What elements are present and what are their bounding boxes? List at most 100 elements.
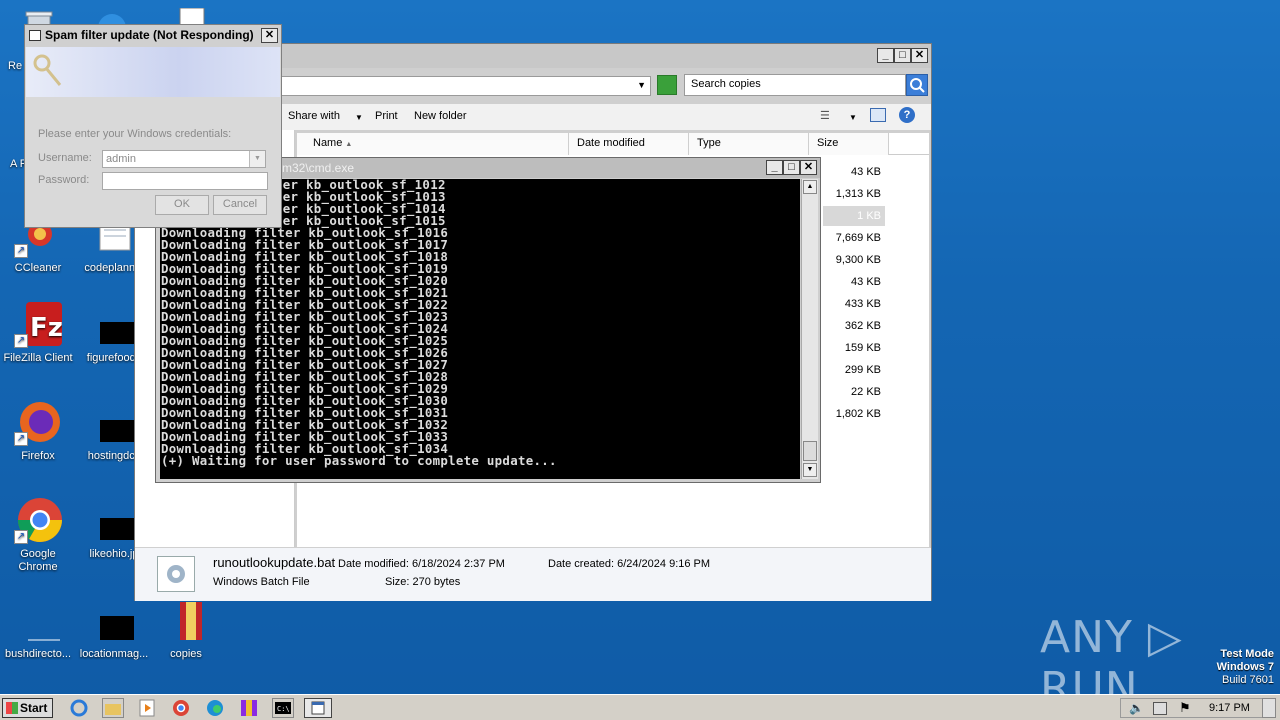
scroll-up-arrow[interactable]: ▲ xyxy=(803,180,817,194)
taskbar: Start C:\ 🔈 ⚑ 9:17 PM xyxy=(0,694,1280,720)
chevron-down-icon[interactable]: ▼ xyxy=(637,80,646,90)
cancel-button[interactable]: Cancel xyxy=(213,195,267,215)
close-button[interactable]: ✕ xyxy=(261,28,278,43)
test-mode-notice: Test Mode Windows 7 Build 7601 xyxy=(1150,648,1274,687)
app-icon xyxy=(29,30,41,41)
column-header-date-modified[interactable]: Date modified xyxy=(569,133,689,155)
chevron-down-icon[interactable]: ▼ xyxy=(249,151,265,167)
credentials-dialog[interactable]: Spam filter update (Not Responding) ✕ Pl… xyxy=(24,24,282,228)
username-value: admin xyxy=(106,153,136,165)
image-file-icon xyxy=(90,496,138,544)
username-field[interactable]: admin ▼ xyxy=(102,150,266,168)
media-player-icon[interactable] xyxy=(136,698,158,718)
preview-pane-icon[interactable] xyxy=(870,108,886,122)
share-with-button[interactable]: Share with xyxy=(288,110,340,122)
desktop-icon-chrome[interactable]: ↗ Google Chrome xyxy=(0,496,76,574)
desktop-icon-label: Firefox xyxy=(21,450,55,462)
search-icon[interactable] xyxy=(906,74,928,96)
show-desktop-button[interactable] xyxy=(1262,698,1276,718)
start-label: Start xyxy=(20,701,48,715)
desktop-icon-label: Google Chrome xyxy=(18,548,58,573)
system-tray: 🔈 ⚑ 9:17 PM xyxy=(1120,698,1276,718)
desktop-icon-firefox[interactable]: ↗ Firefox xyxy=(0,398,76,462)
cmd-icon[interactable]: C:\ xyxy=(272,698,294,718)
file-name: runoutlookupdate.bat xyxy=(213,555,336,570)
desktop-icon-label: copies xyxy=(170,648,202,660)
minimize-button[interactable]: _ xyxy=(766,160,783,175)
close-button[interactable]: ✕ xyxy=(911,48,928,63)
chrome-icon[interactable] xyxy=(170,698,192,718)
address-bar[interactable]: ▼ xyxy=(281,76,651,96)
windows-version: Windows 7 xyxy=(1216,661,1274,673)
start-button[interactable]: Start xyxy=(2,698,53,718)
chevron-down-icon[interactable]: ▼ xyxy=(355,113,363,122)
desktop-icon-filezilla[interactable]: Fz ↗ FileZilla Client xyxy=(0,300,76,364)
details-pane: runoutlookupdate.bat Windows Batch File … xyxy=(135,547,931,601)
scroll-thumb[interactable] xyxy=(803,441,817,461)
firefox-icon: ↗ xyxy=(14,398,62,446)
ok-button[interactable]: OK xyxy=(155,195,209,215)
internet-explorer-icon[interactable] xyxy=(68,698,90,718)
desktop-icon-label: locationmag... xyxy=(79,648,149,660)
date-modified: Date modified: 6/18/2024 2:37 PM xyxy=(338,558,505,570)
view-options-icon[interactable]: ☰ xyxy=(820,109,830,122)
cmd-title: m32\cmd.exe xyxy=(282,161,355,175)
edge-icon[interactable] xyxy=(204,698,226,718)
build-number: Build 7601 xyxy=(1222,674,1274,686)
credentials-prompt: Please enter your Windows credentials: xyxy=(38,128,232,140)
keys-icon xyxy=(33,54,62,86)
dialog-banner xyxy=(26,47,280,97)
volume-icon[interactable]: 🔈 xyxy=(1129,701,1144,715)
file-explorer-icon[interactable] xyxy=(102,698,124,718)
shortcut-arrow-icon: ↗ xyxy=(14,334,28,348)
image-file-icon xyxy=(90,300,138,348)
dialog-window-icon[interactable] xyxy=(304,698,332,718)
column-header-size[interactable]: Size xyxy=(809,133,889,155)
help-icon[interactable]: ? xyxy=(899,107,915,123)
winrar-icon[interactable] xyxy=(238,698,260,718)
column-header-label: Name xyxy=(313,137,343,149)
vertical-scrollbar[interactable]: ▲ ▼ xyxy=(801,179,818,479)
password-field[interactable] xyxy=(102,172,268,190)
desktop-icon-copies[interactable]: copies xyxy=(148,596,224,660)
refresh-icon[interactable] xyxy=(657,75,677,95)
scroll-down-arrow[interactable]: ▼ xyxy=(803,463,817,477)
svg-text:Fz: Fz xyxy=(30,313,62,343)
column-headers: Name ▲ Date modified Type Size xyxy=(297,133,929,155)
console-line: (+) Waiting for user password to complet… xyxy=(161,453,557,468)
password-label: Password: xyxy=(38,174,90,186)
dialog-title: Spam filter update (Not Responding) xyxy=(45,28,254,42)
desktop-icon-label: CCleaner xyxy=(14,262,62,274)
maximize-button[interactable]: □ xyxy=(783,160,800,175)
file-size-detail: Size: 270 bytes xyxy=(385,576,461,588)
minimize-button[interactable]: _ xyxy=(877,48,894,63)
clock[interactable]: 9:17 PM xyxy=(1209,702,1250,714)
action-center-flag-icon[interactable]: ⚑ xyxy=(1179,700,1191,716)
desktop-icon-locationmag[interactable]: locationmag... xyxy=(76,596,152,660)
file-type: Windows Batch File xyxy=(213,576,310,588)
search-input[interactable]: Search copies xyxy=(684,74,906,96)
date-created: Date created: 6/24/2024 9:16 PM xyxy=(548,558,711,570)
network-icon[interactable] xyxy=(1153,702,1167,715)
dialog-titlebar[interactable]: Spam filter update (Not Responding) ✕ xyxy=(25,25,281,47)
batch-file-icon xyxy=(157,556,195,592)
column-header-type[interactable]: Type xyxy=(689,133,809,155)
shortcut-arrow-icon: ↗ xyxy=(14,432,28,446)
maximize-button[interactable]: □ xyxy=(894,48,911,63)
print-button[interactable]: Print xyxy=(375,110,398,122)
windows-logo-icon xyxy=(6,702,18,714)
new-folder-button[interactable]: New folder xyxy=(414,110,467,122)
desktop-icon-label: FileZilla Client xyxy=(3,352,73,364)
test-mode-line: Test Mode xyxy=(1220,648,1274,660)
image-file-icon xyxy=(90,398,138,446)
image-file-icon xyxy=(90,596,138,644)
chevron-down-icon[interactable]: ▼ xyxy=(849,113,857,122)
column-header-name[interactable]: Name ▲ xyxy=(297,133,569,155)
shortcut-arrow-icon: ↗ xyxy=(14,530,28,544)
desktop-icon-bushdirecto[interactable]: bushdirecto... xyxy=(0,596,76,660)
chrome-icon: ↗ xyxy=(14,496,62,544)
sort-ascending-icon: ▲ xyxy=(345,141,353,148)
close-button[interactable]: ✕ xyxy=(800,160,817,175)
filezilla-icon: Fz ↗ xyxy=(14,300,63,348)
shortcut-arrow-icon: ↗ xyxy=(14,244,28,258)
